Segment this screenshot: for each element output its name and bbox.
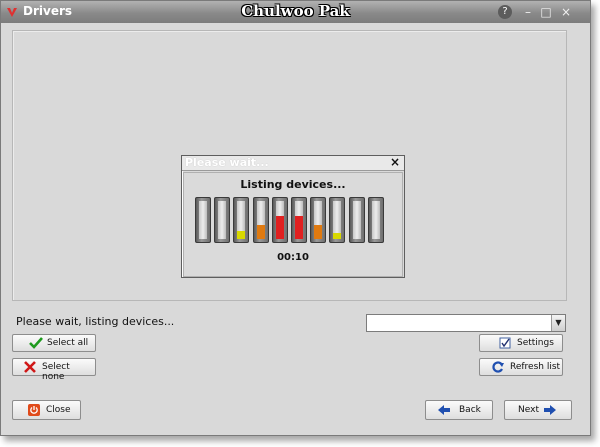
back-label: Back <box>459 405 481 415</box>
meter-fill <box>256 225 265 239</box>
checkbox-icon <box>499 337 511 349</box>
meter-fill <box>237 231 246 239</box>
close-label: Close <box>46 405 71 415</box>
device-filter-combo[interactable]: ▼ <box>366 314 566 332</box>
meter-fill <box>314 225 323 239</box>
minimize-button[interactable]: – <box>521 5 535 19</box>
activity-meter <box>233 197 250 243</box>
elapsed-time: 00:10 <box>277 252 309 263</box>
meter-track <box>218 201 227 239</box>
activity-meter <box>195 197 211 243</box>
status-text: Please wait, listing devices... <box>16 315 175 328</box>
activity-meter <box>291 197 307 243</box>
next-button[interactable]: Next <box>504 400 572 420</box>
activity-meter <box>329 197 346 243</box>
title-bar: Drivers Chulwoo Pak ? – □ × <box>1 1 590 23</box>
refresh-list-label: Refresh list <box>510 362 561 372</box>
select-all-label: Select all <box>47 338 89 348</box>
select-none-button[interactable]: Select none <box>12 358 96 382</box>
dialog-title-bar: Please wait... × <box>182 155 404 171</box>
checkmark-icon <box>29 337 43 349</box>
dialog-message: Listing devices... <box>240 178 346 191</box>
refresh-list-button[interactable]: Refresh list <box>479 358 563 376</box>
activity-meter <box>214 197 231 243</box>
meter-track <box>295 201 303 239</box>
arrow-left-icon <box>438 405 450 415</box>
meter-track <box>314 201 323 239</box>
dialog-close-icon[interactable]: × <box>390 155 400 169</box>
activity-meter <box>252 197 269 243</box>
power-icon <box>28 404 40 416</box>
chevron-down-icon[interactable]: ▼ <box>551 315 565 331</box>
settings-label: Settings <box>517 338 554 348</box>
please-wait-dialog: Please wait... × Listing devices... 00:1… <box>181 155 405 278</box>
arrow-right-icon <box>544 405 556 415</box>
activity-meter <box>348 197 365 243</box>
x-icon <box>24 361 36 373</box>
meter-fill <box>333 233 342 239</box>
back-button[interactable]: Back <box>425 400 493 420</box>
meter-track <box>352 201 361 239</box>
refresh-icon <box>492 361 504 373</box>
drivers-window: Drivers Chulwoo Pak ? – □ × Please wait.… <box>0 0 591 436</box>
activity-meter <box>367 197 384 243</box>
meter-track <box>256 201 265 239</box>
meter-track <box>333 201 342 239</box>
next-label: Next <box>518 405 539 415</box>
help-icon[interactable]: ? <box>498 5 512 19</box>
activity-meter <box>271 197 288 243</box>
maximize-button[interactable]: □ <box>539 5 553 19</box>
dialog-title: Please wait... <box>185 156 269 169</box>
activity-meter <box>310 197 327 243</box>
select-none-label: Select none <box>42 362 70 382</box>
activity-meters <box>195 197 395 244</box>
meter-track <box>199 201 207 239</box>
close-button[interactable]: Close <box>12 400 81 420</box>
meter-fill <box>275 216 284 239</box>
meter-track <box>371 201 380 239</box>
select-all-button[interactable]: Select all <box>12 334 96 352</box>
meter-track <box>275 201 284 239</box>
settings-button[interactable]: Settings <box>479 334 563 352</box>
meter-track <box>237 201 246 239</box>
meter-fill <box>295 216 303 239</box>
close-window-button[interactable]: × <box>559 5 573 19</box>
